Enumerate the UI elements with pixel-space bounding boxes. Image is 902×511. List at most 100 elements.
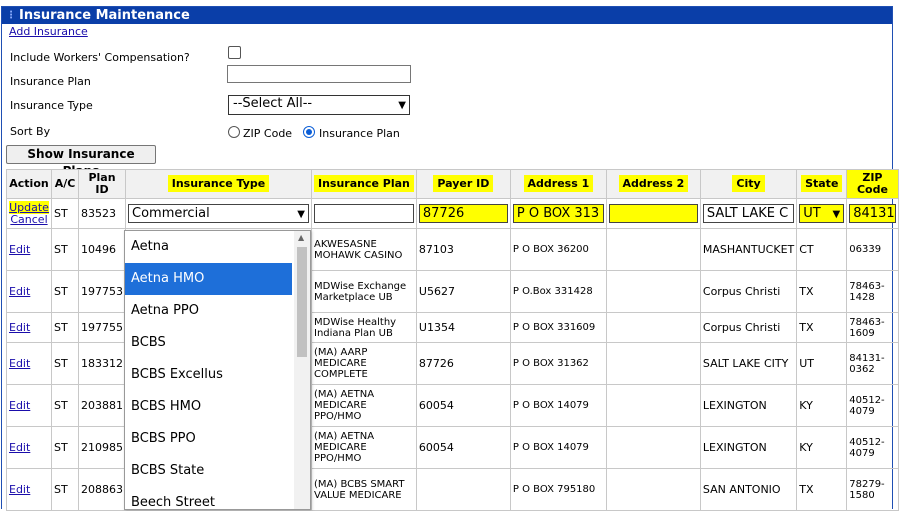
row-payer-id-cell: 87726 bbox=[415, 342, 511, 385]
cancel-link[interactable]: Cancel bbox=[10, 213, 47, 226]
dropdown-option[interactable]: BCBS State bbox=[125, 455, 292, 487]
insurance-plan-label: Insurance Plan bbox=[10, 75, 91, 88]
row-ac-cell: ST bbox=[51, 342, 79, 385]
row-address1: P O BOX 795180 bbox=[512, 484, 596, 495]
row-zip: 06339 bbox=[849, 244, 882, 255]
col-payer-id-label: Payer ID bbox=[433, 175, 494, 192]
edit-insurance-plan-input[interactable] bbox=[314, 204, 414, 223]
dropdown-option[interactable]: Aetna bbox=[125, 231, 292, 263]
row-plan: (MA) BCBS SMART VALUE MEDICARE bbox=[314, 478, 405, 501]
row-zip-cell: 84131-0362 bbox=[846, 342, 899, 385]
row-address2-cell bbox=[605, 384, 701, 427]
col-insurance-type[interactable]: Insurance Type bbox=[125, 169, 312, 199]
dropdown-option[interactable]: Aetna HMO bbox=[125, 263, 292, 295]
dropdown-scrollbar[interactable]: ▲ bbox=[294, 231, 310, 509]
row-payer-id: 60054 bbox=[418, 399, 454, 412]
row-plan-id-cell: 210985 bbox=[78, 426, 126, 469]
dropdown-option[interactable]: Beech Street bbox=[125, 487, 292, 509]
workers-comp-checkbox[interactable] bbox=[228, 46, 241, 59]
row-payer-id: 87726 bbox=[418, 357, 454, 370]
show-insurance-plans-button[interactable]: Show Insurance Plans bbox=[6, 145, 156, 178]
col-address1[interactable]: Address 1 bbox=[509, 169, 607, 199]
col-ac[interactable]: A/C bbox=[51, 169, 79, 199]
insurance-type-select[interactable]: --Select All-- ▼ bbox=[228, 95, 410, 115]
edit-payer-id-input[interactable]: 87726 bbox=[418, 204, 508, 223]
sort-by-label: Sort By bbox=[10, 125, 51, 138]
row-plan-id: 210985 bbox=[81, 441, 123, 454]
row-ac-cell: ST bbox=[51, 312, 79, 343]
row-ac: ST bbox=[54, 441, 68, 454]
row-ac-cell: ST bbox=[51, 426, 79, 469]
edit-row-address2-cell bbox=[605, 198, 701, 229]
insurance-plan-input[interactable] bbox=[227, 65, 411, 83]
edit-state-select[interactable]: UT ▼ bbox=[799, 204, 845, 223]
col-city[interactable]: City bbox=[699, 169, 798, 199]
row-city-cell: Corpus Christi bbox=[699, 312, 798, 343]
sort-plan-radio[interactable] bbox=[303, 126, 315, 138]
col-zip[interactable]: ZIP Code bbox=[846, 169, 899, 199]
row-address2-cell bbox=[605, 312, 701, 343]
edit-link[interactable]: Edit bbox=[9, 357, 30, 370]
col-state[interactable]: State bbox=[796, 169, 848, 199]
row-plan-id-cell: 197755 bbox=[78, 312, 126, 343]
edit-link[interactable]: Edit bbox=[9, 243, 30, 256]
col-payer-id[interactable]: Payer ID bbox=[415, 169, 511, 199]
row-payer-id-cell: 60054 bbox=[415, 426, 511, 469]
row-address1: P O BOX 331609 bbox=[512, 322, 596, 333]
edit-link[interactable]: Edit bbox=[9, 483, 30, 496]
edit-address2-input[interactable] bbox=[608, 204, 698, 223]
drag-grip-icon[interactable]: ⋮ bbox=[6, 9, 16, 22]
add-insurance-link[interactable]: Add Insurance bbox=[9, 25, 88, 38]
row-plan-cell: MDWise Healthy Indiana Plan UB bbox=[311, 312, 417, 343]
edit-row-plan-cell bbox=[311, 198, 417, 229]
col-address2[interactable]: Address 2 bbox=[605, 169, 701, 199]
col-plan-id[interactable]: Plan ID bbox=[78, 169, 126, 199]
scrollbar-thumb[interactable] bbox=[297, 247, 307, 357]
edit-insurance-type-select[interactable]: Commercial ▼ bbox=[128, 204, 309, 223]
dropdown-option[interactable]: BCBS Excellus bbox=[125, 359, 292, 391]
edit-row-address1-cell: P O BOX 313 bbox=[509, 198, 607, 229]
edit-zip-value: 84131 bbox=[853, 206, 895, 221]
row-plan-cell: (MA) BCBS SMART VALUE MEDICARE bbox=[311, 468, 417, 511]
edit-link[interactable]: Edit bbox=[9, 321, 30, 334]
row-address2-cell bbox=[605, 270, 701, 313]
col-action[interactable]: Action bbox=[6, 169, 52, 199]
edit-link-cell: Edit bbox=[6, 228, 52, 271]
dropdown-option[interactable]: Aetna PPO bbox=[125, 295, 292, 327]
dropdown-option[interactable]: BCBS HMO bbox=[125, 391, 292, 423]
row-plan-id: 197755 bbox=[81, 321, 123, 334]
sort-plan-label: Insurance Plan bbox=[319, 127, 400, 140]
row-state: TX bbox=[799, 321, 814, 334]
edit-link[interactable]: Edit bbox=[9, 399, 30, 412]
col-plan-id-line2: ID bbox=[95, 183, 109, 196]
row-city: SAN ANTONIO bbox=[702, 483, 781, 496]
row-address1-cell: P O BOX 331609 bbox=[509, 312, 607, 343]
col-insurance-plan-label: Insurance Plan bbox=[314, 175, 414, 192]
row-payer-id-cell: U1354 bbox=[415, 312, 511, 343]
edit-row-zip-cell: 84131 bbox=[846, 198, 899, 229]
insurance-type-dropdown-list[interactable]: Aetna Aetna HMO Aetna PPO BCBS BCBS Excellus… bbox=[124, 230, 311, 510]
row-ac-cell: ST bbox=[51, 468, 79, 511]
chevron-down-icon: ▼ bbox=[398, 100, 406, 111]
row-payer-id-cell bbox=[415, 468, 511, 511]
col-address1-label: Address 1 bbox=[523, 175, 594, 192]
row-address2-cell bbox=[605, 228, 701, 271]
col-insurance-plan[interactable]: Insurance Plan bbox=[311, 169, 417, 199]
row-plan-id: 183312 bbox=[81, 357, 123, 370]
edit-row-state-cell: UT ▼ bbox=[796, 198, 848, 229]
edit-city-input[interactable]: SALT LAKE C bbox=[702, 204, 795, 223]
row-state-cell: UT bbox=[796, 342, 848, 385]
row-city: LEXINGTON bbox=[702, 399, 767, 412]
dropdown-option[interactable]: BCBS bbox=[125, 327, 292, 359]
row-ac: ST bbox=[54, 243, 68, 256]
edit-link[interactable]: Edit bbox=[9, 285, 30, 298]
sort-zip-radio[interactable] bbox=[228, 126, 240, 138]
edit-address1-input[interactable]: P O BOX 313 bbox=[512, 204, 604, 223]
insurance-type-select-value: --Select All-- bbox=[233, 96, 313, 111]
dropdown-option[interactable]: BCBS PPO bbox=[125, 423, 292, 455]
col-address2-label: Address 2 bbox=[618, 175, 689, 192]
row-city: MASHANTUCKET bbox=[702, 243, 795, 256]
scroll-up-icon[interactable]: ▲ bbox=[298, 233, 304, 242]
edit-link[interactable]: Edit bbox=[9, 441, 30, 454]
edit-zip-input[interactable]: 84131 bbox=[849, 204, 896, 223]
